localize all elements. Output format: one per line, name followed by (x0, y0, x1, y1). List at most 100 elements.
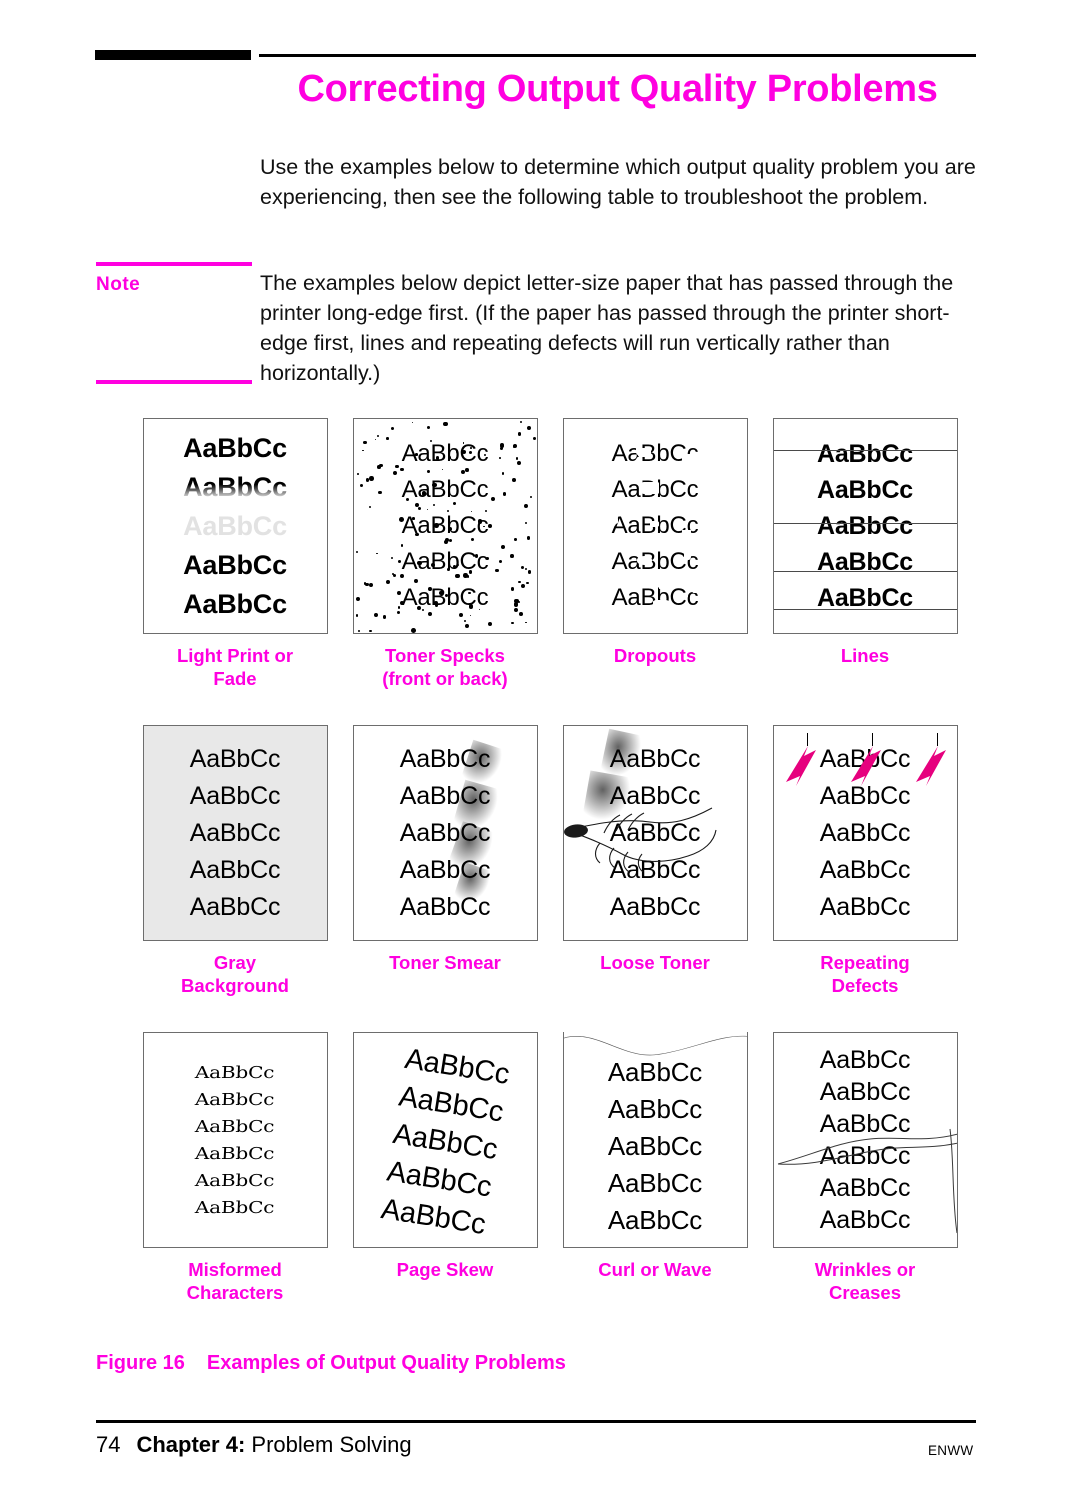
output-quality-examples-grid: AaBbCc AaBbCc AaBbCc AaBbCc AaBbCc Light… (0, 418, 1080, 1339)
sample-curl-or-wave: AaBbCc AaBbCc AaBbCc AaBbCc AaBbCc Curl … (550, 1032, 760, 1281)
figure-caption: Figure 16 Examples of Output Quality Prob… (96, 1352, 566, 1375)
sample-caption: Toner Smear (340, 951, 550, 974)
toner-speck (485, 556, 489, 560)
dropout-void (707, 549, 723, 562)
toner-speck (417, 506, 421, 510)
caption-line-1: Lines (840, 645, 890, 666)
note-rule-bottom (96, 380, 252, 384)
sample-page: AaBbCc AaBbCc AaBbCc AaBbCc AaBbCc (562, 1032, 748, 1248)
sample-line: AaBbCc (189, 781, 281, 810)
chapter-label: Chapter 4: (136, 1432, 246, 1457)
sample-line: AaBbCc (195, 1143, 276, 1163)
sample-line: AaBbCc (819, 1110, 911, 1138)
intro-paragraph: Use the examples below to determine whic… (260, 155, 976, 209)
dropout-void (724, 548, 740, 560)
toner-speck (470, 447, 472, 450)
caption-line-1: Page Skew (396, 1259, 494, 1280)
defect-tick (936, 733, 938, 746)
toner-speck (510, 554, 514, 558)
sample-loose-toner: AaBbCc AaBbCc AaBbCc AaBbCc AaBbCc Loose… (550, 725, 760, 974)
header-black-bar (95, 50, 251, 60)
toner-speck (502, 492, 507, 496)
toner-speck (468, 604, 474, 609)
toner-speck (499, 443, 504, 448)
sample-repeating-defects: AaBbCc AaBbCc AaBbCc AaBbCc AaBbCc Repea… (760, 725, 970, 997)
defect-tick (871, 733, 873, 746)
toner-speck (415, 453, 418, 456)
sample-page: AaBbCc AaBbCc AaBbCc AaBbCc AaBbCc (352, 418, 538, 634)
toner-speck (514, 538, 517, 541)
sample-line: AaBbCc (189, 892, 281, 921)
sample-line: AaBbCc (609, 892, 701, 921)
toner-speck (494, 568, 499, 573)
dropout-void (587, 507, 600, 516)
sample-wrinkles-or-creases: AaBbCc AaBbCc AaBbCc AaBbCc AaBbCc AaBbC… (760, 1032, 970, 1304)
toner-speck (363, 582, 367, 585)
dropout-void (635, 456, 642, 469)
toner-speck (443, 421, 448, 427)
dropout-void (603, 517, 618, 524)
toner-speck (377, 434, 380, 437)
sample-page: AaBbCc AaBbCc AaBbCc AaBbCc AaBbCc (352, 725, 538, 941)
defect-line (773, 609, 957, 610)
caption-line-1: Gray (213, 952, 257, 973)
toner-speck (431, 562, 436, 567)
dropout-void (667, 610, 682, 619)
sample-caption: Gray Background (130, 951, 340, 997)
toner-speck (369, 476, 374, 481)
toner-speck (439, 590, 444, 595)
sample-line: AaBbCc (401, 584, 489, 611)
note-rule-top (96, 262, 252, 266)
toner-speck (415, 532, 419, 537)
toner-speck (463, 619, 466, 622)
toner-speck (512, 445, 516, 448)
sample-caption: Dropouts (550, 644, 760, 667)
toner-speck (447, 527, 452, 531)
section-label: Problem Solving (251, 1432, 412, 1457)
sample-caption: Misformed Characters (130, 1258, 340, 1304)
dropout-void (650, 521, 660, 527)
dropout-void (621, 464, 628, 476)
toner-speck (399, 516, 404, 522)
header-rule (259, 54, 976, 57)
sample-page: AaBbCc AaBbCc AaBbCc AaBbCc AaBbCc (562, 418, 748, 634)
toner-speck (411, 628, 417, 633)
sample-page: AaBbCc AaBbCc AaBbCc AaBbCc AaBbCc (772, 725, 958, 941)
sample-line: AaBbCc (189, 744, 281, 773)
toner-speck (527, 570, 532, 574)
sample-caption: Repeating Defects (760, 951, 970, 997)
figure-title: Examples of Output Quality Problems (206, 1352, 566, 1374)
dropout-void (618, 499, 632, 510)
dropout-void (692, 580, 701, 593)
sample-line: AaBbCc (819, 855, 911, 884)
examples-row-1: AaBbCc AaBbCc AaBbCc AaBbCc AaBbCc Light… (0, 418, 1080, 725)
dropout-void (635, 572, 648, 578)
sample-toner-smear: AaBbCc AaBbCc AaBbCc AaBbCc AaBbCc Toner… (340, 725, 550, 974)
footer-right-code: ENWW (928, 1443, 974, 1458)
sample-page: AaBbCc AaBbCc AaBbCc AaBbCc AaBbCc (352, 1032, 538, 1248)
toner-speck (445, 593, 449, 597)
sample-line: AaBbCc (195, 1062, 276, 1082)
toner-speck (377, 465, 381, 469)
toner-speck (446, 509, 449, 512)
toner-speck (355, 596, 361, 601)
footer-rule (96, 1420, 976, 1423)
dropout-void (671, 578, 684, 587)
dropout-void (719, 523, 729, 533)
toner-speck (499, 456, 501, 459)
dropout-void (708, 462, 722, 476)
caption-line-2: Creases (828, 1282, 901, 1303)
dropout-void (727, 472, 742, 482)
toner-speck (468, 591, 471, 595)
dropout-void (686, 607, 704, 619)
sample-page: AaBbCc AaBbCc AaBbCc AaBbCc AaBbCc (772, 418, 958, 634)
page-number: 74 (96, 1432, 121, 1457)
sample-line: AaBbCc (816, 476, 914, 504)
sample-caption: Toner Specks (front or back) (340, 644, 550, 690)
sample-line: AaBbCc (607, 1131, 703, 1161)
caption-line-2: Characters (186, 1282, 284, 1303)
sample-line: AaBbCc (609, 855, 701, 884)
caption-line-2: (front or back) (382, 668, 508, 689)
toner-speck (418, 493, 422, 496)
toner-speck (487, 621, 492, 626)
